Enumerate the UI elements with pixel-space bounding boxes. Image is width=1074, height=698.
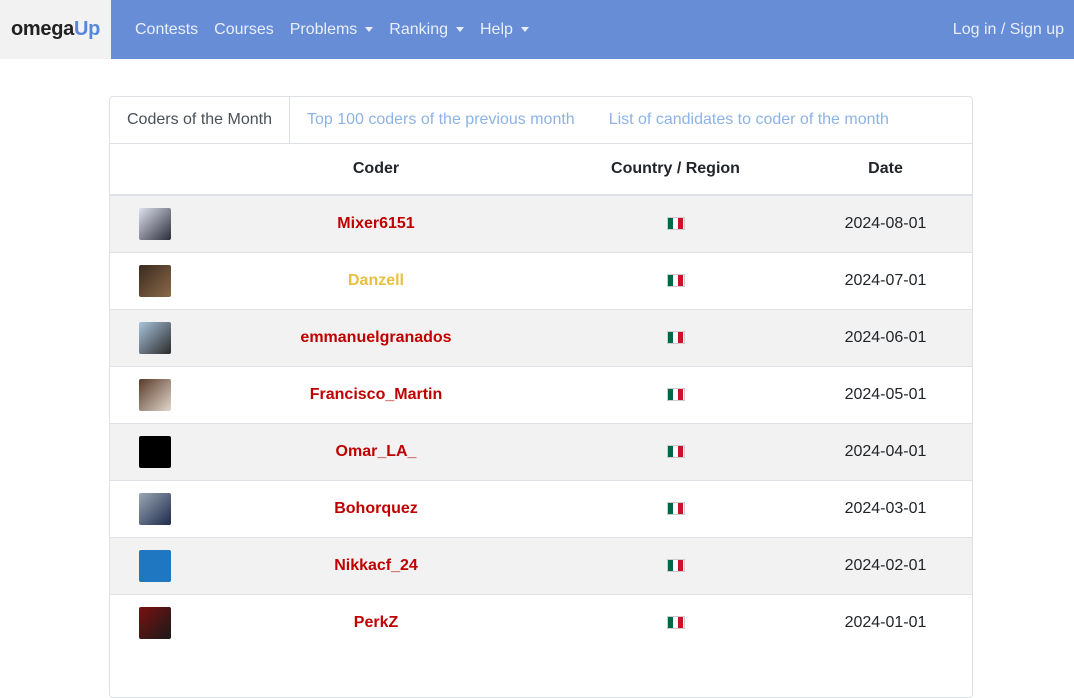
mexico-flag-icon bbox=[666, 274, 685, 288]
nav-problems-dropdown[interactable]: Problems bbox=[290, 21, 374, 39]
avatar-cell bbox=[110, 537, 200, 595]
date-cell: 2024-04-01 bbox=[799, 423, 972, 481]
mexico-flag-icon bbox=[666, 217, 685, 231]
header-avatar bbox=[110, 144, 200, 196]
nav-courses-label: Courses bbox=[214, 20, 274, 38]
avatar-cell bbox=[110, 594, 200, 651]
avatar[interactable] bbox=[139, 208, 171, 240]
date-cell: 2024-07-01 bbox=[799, 252, 972, 310]
table-row: Omar_LA_ 2024-04-01 bbox=[110, 423, 972, 481]
coder-cell: PerkZ bbox=[200, 594, 552, 651]
country-cell bbox=[552, 423, 799, 481]
mexico-flag-icon bbox=[666, 445, 685, 459]
nav-problems-label: Problems bbox=[289, 20, 358, 38]
coder-link[interactable]: Mixer6151 bbox=[337, 215, 414, 232]
date-cell: 2024-06-01 bbox=[799, 309, 972, 367]
caret-down-icon bbox=[456, 27, 464, 32]
coder-link[interactable]: Omar_LA_ bbox=[336, 443, 417, 460]
nav-contests[interactable]: Contests bbox=[135, 21, 198, 39]
table-row: PerkZ 2024-01-01 bbox=[110, 594, 972, 651]
coder-cell: Nikkacf_24 bbox=[200, 537, 552, 595]
country-cell bbox=[552, 537, 799, 595]
tabs: Coders of the Month Top 100 coders of th… bbox=[110, 97, 972, 144]
avatar[interactable] bbox=[139, 322, 171, 354]
avatar-cell bbox=[110, 194, 200, 253]
logo-omega-text: omega bbox=[10, 18, 74, 40]
coders-table: Coder Country / Region Date Mixer6151 202… bbox=[110, 144, 972, 651]
nav-links: Contests Courses Problems Ranking Help bbox=[127, 21, 537, 39]
coder-link[interactable]: emmanuelgranados bbox=[300, 329, 451, 346]
mexico-flag-icon bbox=[666, 388, 685, 402]
nav-ranking-dropdown[interactable]: Ranking bbox=[389, 21, 464, 39]
coder-cell: Bohorquez bbox=[200, 480, 552, 538]
tab-coders-of-the-month[interactable]: Coders of the Month bbox=[110, 97, 290, 143]
table-row: emmanuelgranados 2024-06-01 bbox=[110, 309, 972, 367]
coder-link[interactable]: Francisco_Martin bbox=[310, 386, 442, 403]
avatar[interactable] bbox=[139, 550, 171, 582]
table-row: Francisco_Martin 2024-05-01 bbox=[110, 366, 972, 424]
country-cell bbox=[552, 252, 799, 310]
country-cell bbox=[552, 480, 799, 538]
mexico-flag-icon bbox=[666, 559, 685, 573]
avatar[interactable] bbox=[139, 607, 171, 639]
avatar[interactable] bbox=[139, 379, 171, 411]
coder-cell: emmanuelgranados bbox=[200, 309, 552, 367]
avatar-cell bbox=[110, 309, 200, 367]
date-cell: 2024-05-01 bbox=[799, 366, 972, 424]
avatar[interactable] bbox=[139, 493, 171, 525]
coder-link[interactable]: Bohorquez bbox=[334, 500, 418, 517]
country-cell bbox=[552, 366, 799, 424]
tab-candidates-list[interactable]: List of candidates to coder of the month bbox=[592, 97, 906, 143]
mexico-flag-icon bbox=[666, 331, 685, 345]
omegaup-logo[interactable]: omega Up bbox=[0, 0, 111, 59]
country-cell bbox=[552, 309, 799, 367]
header-country: Country / Region bbox=[552, 144, 799, 196]
coder-cell: Mixer6151 bbox=[200, 194, 552, 253]
country-cell bbox=[552, 194, 799, 253]
table-row: Danzell 2024-07-01 bbox=[110, 252, 972, 310]
avatar-cell bbox=[110, 480, 200, 538]
header-coder: Coder bbox=[200, 144, 552, 196]
date-cell: 2024-01-01 bbox=[799, 594, 972, 651]
coder-link[interactable]: Danzell bbox=[348, 272, 404, 289]
avatar-cell bbox=[110, 423, 200, 481]
coder-cell: Danzell bbox=[200, 252, 552, 310]
caret-down-icon bbox=[520, 27, 529, 32]
table-row: Bohorquez 2024-03-01 bbox=[110, 480, 972, 538]
nav-help-dropdown[interactable]: Help bbox=[480, 21, 529, 39]
mexico-flag-icon bbox=[666, 616, 685, 630]
nav-courses[interactable]: Courses bbox=[214, 21, 274, 39]
avatar[interactable] bbox=[139, 265, 171, 297]
login-signup-link[interactable]: Log in / Sign up bbox=[953, 21, 1064, 39]
table-row: Mixer6151 2024-08-01 bbox=[110, 194, 972, 253]
coder-link[interactable]: PerkZ bbox=[354, 614, 398, 631]
mexico-flag-icon bbox=[666, 502, 685, 516]
avatar[interactable] bbox=[139, 436, 171, 468]
nav-ranking-label: Ranking bbox=[389, 20, 448, 38]
tab-top-100-previous-month[interactable]: Top 100 coders of the previous month bbox=[290, 97, 592, 143]
date-cell: 2024-08-01 bbox=[799, 194, 972, 253]
coder-of-the-month-card: Coders of the Month Top 100 coders of th… bbox=[109, 96, 973, 698]
coder-link[interactable]: Nikkacf_24 bbox=[334, 557, 418, 574]
table-row: Nikkacf_24 2024-02-01 bbox=[110, 537, 972, 595]
top-navbar: omega Up Contests Courses Problems Rankin… bbox=[0, 0, 1074, 59]
date-cell: 2024-02-01 bbox=[799, 537, 972, 595]
coder-cell: Omar_LA_ bbox=[200, 423, 552, 481]
table-header-row: Coder Country / Region Date bbox=[110, 144, 972, 196]
nav-contests-label: Contests bbox=[135, 20, 199, 38]
nav-help-label: Help bbox=[480, 20, 513, 38]
country-cell bbox=[552, 594, 799, 651]
date-cell: 2024-03-01 bbox=[799, 480, 972, 538]
caret-down-icon bbox=[365, 27, 374, 32]
logo-up-text: Up bbox=[73, 18, 101, 40]
avatar-cell bbox=[110, 366, 200, 424]
header-date: Date bbox=[799, 144, 972, 196]
coder-cell: Francisco_Martin bbox=[200, 366, 552, 424]
avatar-cell bbox=[110, 252, 200, 310]
